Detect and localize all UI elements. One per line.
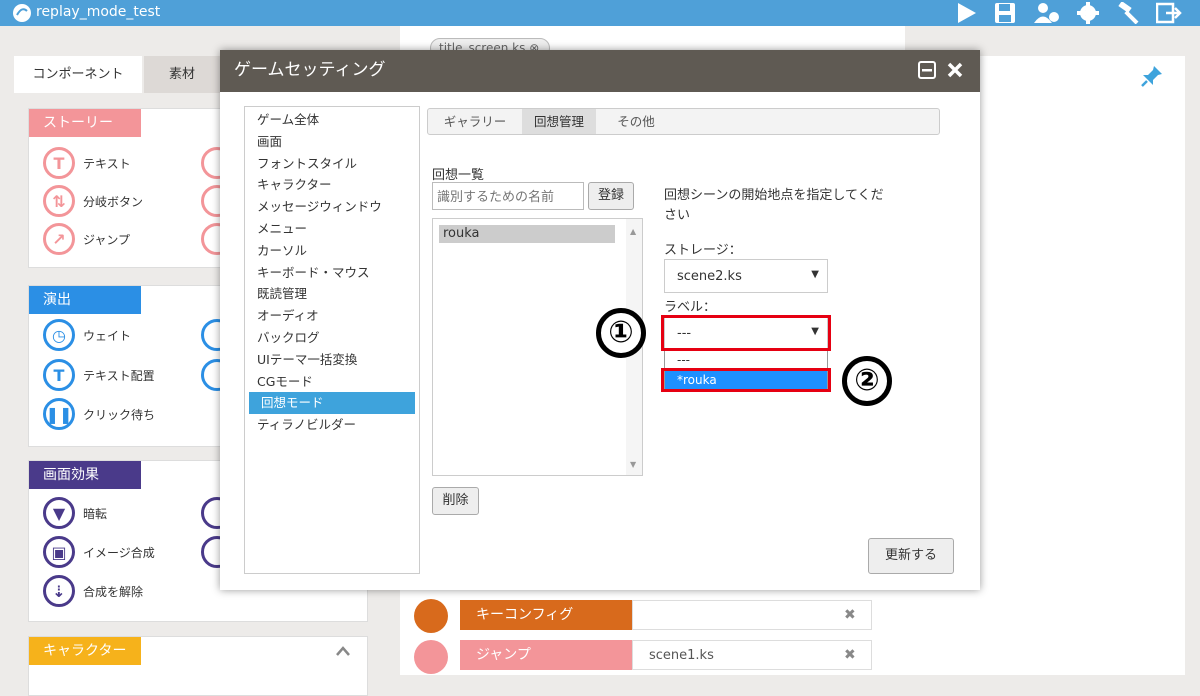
section-character: キャラクター (28, 636, 368, 696)
annotation-marker-2: ② (842, 356, 892, 406)
tab-other[interactable]: その他 (596, 109, 676, 134)
category-item-selected[interactable]: 回想モード (249, 392, 415, 415)
keyboard-icon (414, 599, 448, 633)
timeline-row-value: scene1.ks (632, 640, 872, 670)
category-item[interactable]: キャラクター (245, 174, 419, 196)
comp-blackout[interactable]: ▼ 暗転 (43, 497, 107, 529)
highlight-box-label-select (661, 315, 831, 351)
instruction-text: 回想シーンの開始地点を指定してください (664, 188, 884, 223)
dialog-title: ゲームセッティング (234, 60, 386, 80)
tab-recollection[interactable]: 回想管理 (522, 109, 596, 134)
jump-icon: ↗ (43, 223, 75, 255)
category-item[interactable]: バックログ (245, 327, 419, 349)
list-item[interactable]: rouka (439, 225, 615, 243)
section-character-title: キャラクター (29, 637, 141, 665)
comp-wait[interactable]: ◷ ウェイト (43, 319, 131, 351)
text-icon: T (43, 147, 75, 179)
category-item[interactable]: フォントスタイル (245, 153, 419, 175)
comp-text-position-label: テキスト配置 (83, 368, 155, 383)
minimize-icon[interactable] (918, 61, 936, 79)
category-item[interactable]: メニュー (245, 218, 419, 240)
category-item[interactable]: キーボード・マウス (245, 262, 419, 284)
storage-label: ストレージ： (664, 243, 742, 258)
timeline-row-value (632, 600, 872, 630)
text-position-icon: T (43, 359, 75, 391)
comp-branch-button[interactable]: ⇅ 分岐ボタン (43, 185, 143, 217)
recollection-name-input[interactable] (432, 182, 584, 210)
scroll-down-icon[interactable]: ▼ (630, 460, 636, 469)
jump-timeline-icon (414, 640, 448, 674)
pause-icon: ❚❚ (43, 398, 75, 430)
comp-release-composite-label: 合成を解除 (83, 584, 144, 599)
highlight-box-rouka-option (661, 368, 831, 392)
mask-icon: ▼ (43, 497, 75, 529)
update-button[interactable]: 更新する (868, 538, 954, 574)
storage-select-value: scene2.ks (677, 269, 742, 284)
section-screen-effects-title: 画面効果 (29, 461, 141, 489)
chevron-up-icon[interactable] (335, 645, 351, 657)
comp-branch-label: 分岐ボタン (83, 194, 144, 209)
image-icon: ▣ (43, 536, 75, 568)
dropdown-option[interactable]: --- (665, 350, 827, 370)
comp-jump-label: ジャンプ (83, 232, 131, 247)
game-settings-dialog: ゲームセッティング ゲーム全体 画面 フォントスタイル キャラクター メッセージ… (220, 50, 980, 590)
comp-image-composite[interactable]: ▣ イメージ合成 (43, 536, 155, 568)
user-settings-icon[interactable] (1030, 0, 1062, 26)
category-item[interactable]: オーディオ (245, 305, 419, 327)
category-item[interactable]: CGモード (245, 371, 419, 393)
section-effects-title: 演出 (29, 286, 141, 314)
save-icon[interactable] (990, 0, 1022, 26)
storage-select[interactable]: scene2.ks ▼ (664, 259, 828, 293)
app-title: replay_mode_test (36, 4, 161, 20)
category-item[interactable]: カーソル (245, 240, 419, 262)
recollection-list-label: 回想一覧 (432, 168, 485, 183)
category-item[interactable]: ティラノビルダー (245, 414, 419, 436)
comp-text[interactable]: T テキスト (43, 147, 131, 179)
release-icon: ⇣ (43, 575, 75, 607)
comp-click-wait[interactable]: ❚❚ クリック待ち (43, 398, 155, 430)
delete-button[interactable]: 削除 (432, 487, 479, 515)
tab-components[interactable]: コンポーネント (14, 56, 142, 93)
play-icon[interactable] (950, 0, 982, 26)
comp-jump[interactable]: ↗ ジャンプ (43, 223, 130, 255)
comp-click-wait-label: クリック待ち (83, 407, 156, 422)
section-story-title: ストーリー (29, 109, 141, 137)
delete-icon[interactable]: ✖ (844, 600, 856, 630)
settings-tabs: ギャラリー 回想管理 その他 (427, 108, 940, 135)
comp-release-composite[interactable]: ⇣ 合成を解除 (43, 575, 143, 607)
category-item[interactable]: 既読管理 (245, 283, 419, 305)
settings-category-list: ゲーム全体 画面 フォントスタイル キャラクター メッセージウィンドウ メニュー… (244, 106, 420, 574)
label-label: ラベル： (664, 300, 717, 315)
export-icon[interactable] (1152, 0, 1184, 26)
timeline-row-name: キーコンフィグ (460, 600, 632, 630)
tab-materials[interactable]: 素材 (144, 56, 220, 93)
dialog-header: ゲームセッティング (220, 50, 980, 92)
category-item[interactable]: 画面 (245, 131, 419, 153)
dropdown-arrow-icon: ▼ (811, 269, 819, 280)
title-bar: replay_mode_test (0, 0, 1200, 26)
tab-gallery[interactable]: ギャラリー (428, 109, 522, 134)
comp-wait-label: ウェイト (83, 328, 132, 343)
comp-image-composite-label: イメージ合成 (83, 545, 155, 560)
category-item[interactable]: メッセージウィンドウ (245, 196, 419, 218)
close-icon[interactable] (946, 61, 964, 79)
gear-icon[interactable] (1072, 0, 1104, 26)
pin-icon[interactable] (1140, 64, 1164, 88)
scroll-up-icon[interactable]: ▲ (630, 227, 636, 236)
comp-text-label: テキスト (83, 156, 131, 171)
branch-icon: ⇅ (43, 185, 75, 217)
timeline-row-name: ジャンプ (460, 640, 632, 670)
comp-blackout-label: 暗転 (83, 506, 108, 521)
app-logo-icon (13, 4, 31, 22)
comp-text-position[interactable]: T テキスト配置 (43, 359, 155, 391)
delete-icon[interactable]: ✖ (844, 640, 856, 670)
category-item[interactable]: UIテーマ一括変換 (245, 349, 419, 371)
register-button[interactable]: 登録 (588, 182, 634, 210)
clock-icon: ◷ (43, 319, 75, 351)
hammer-icon[interactable] (1112, 0, 1144, 26)
category-item[interactable]: ゲーム全体 (245, 109, 419, 131)
annotation-marker-1: ① (596, 308, 646, 358)
